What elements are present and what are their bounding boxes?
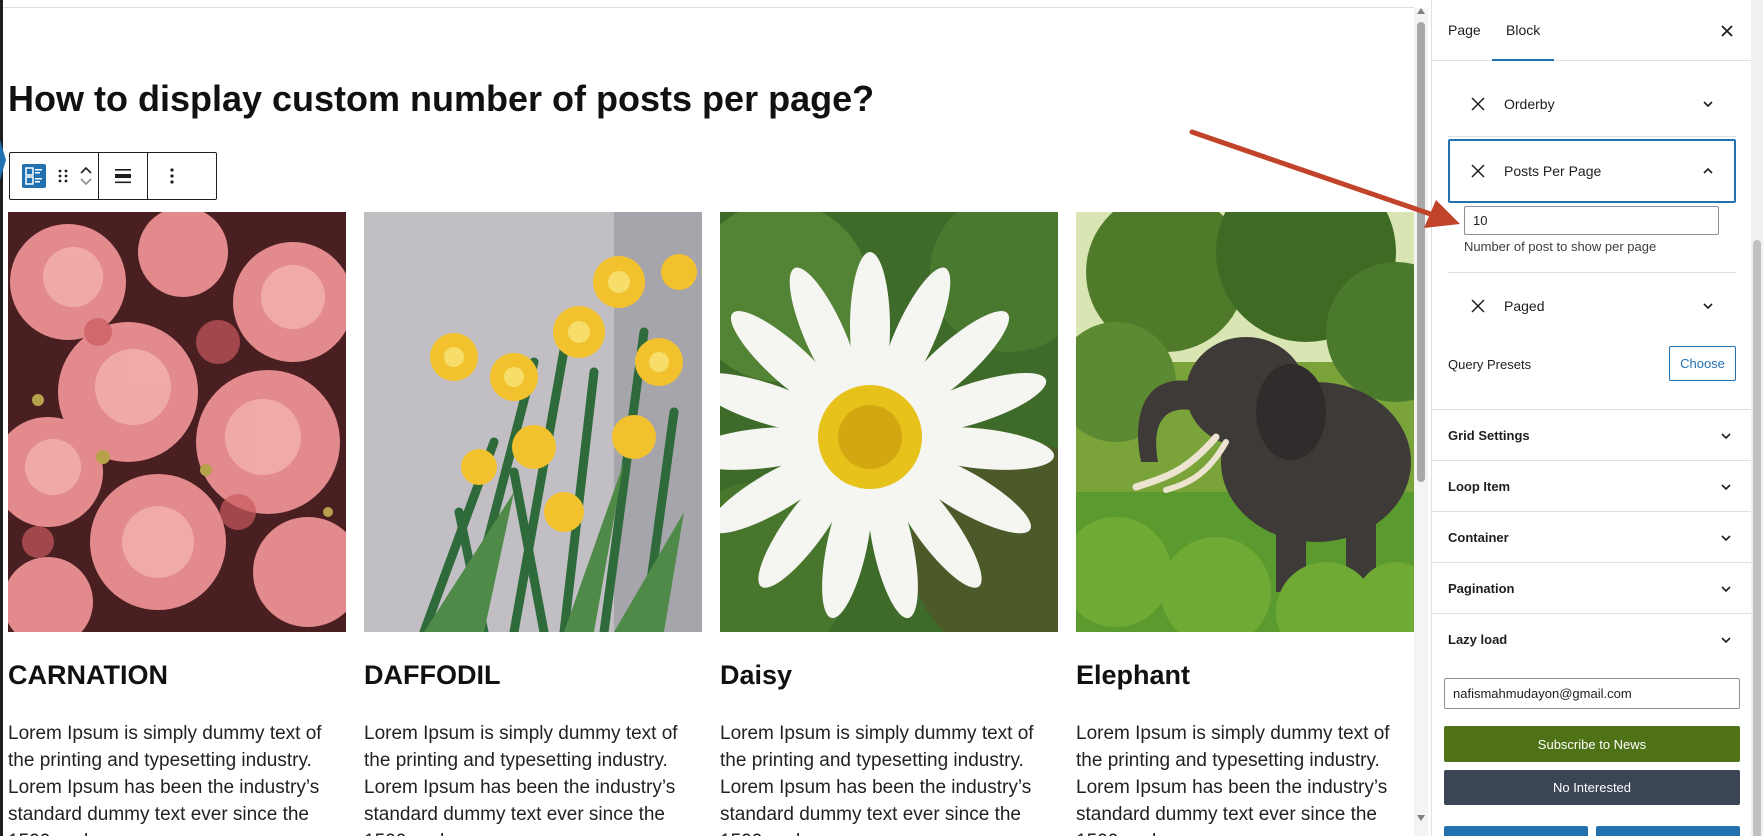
- choose-preset-button[interactable]: Choose: [1669, 346, 1736, 381]
- partial-button[interactable]: [1444, 826, 1588, 836]
- sidebar-header: Page Block: [1432, 0, 1751, 61]
- panel-title: Grid Settings: [1448, 428, 1530, 443]
- post-title[interactable]: Elephant: [1076, 660, 1190, 691]
- close-icon[interactable]: [1716, 20, 1738, 42]
- page-title[interactable]: How to display custom number of posts pe…: [8, 78, 874, 120]
- canvas-scrollbar-thumb[interactable]: [1417, 22, 1425, 482]
- drag-handle-icon[interactable]: [52, 153, 74, 199]
- post-title[interactable]: Daisy: [720, 660, 792, 691]
- post-excerpt: Lorem Ipsum is simply dummy text of the …: [364, 723, 678, 836]
- subscribe-button[interactable]: Subscribe to News: [1444, 726, 1740, 762]
- tab-page[interactable]: Page: [1448, 0, 1481, 61]
- chevron-down-icon[interactable]: [1702, 98, 1714, 110]
- move-down-icon[interactable]: [80, 178, 92, 186]
- panel-title: Pagination: [1448, 581, 1515, 596]
- panel-loop-item[interactable]: Loop Item: [1432, 460, 1751, 511]
- not-interested-button[interactable]: No Interested: [1444, 770, 1740, 805]
- query-item-label: Orderby: [1504, 96, 1555, 112]
- divider: [1448, 272, 1736, 273]
- block-toolbar-group-options: [148, 153, 196, 199]
- daffodil-image[interactable]: [364, 212, 702, 632]
- chevron-down-icon: [1721, 637, 1731, 644]
- chevron-down-icon: [1721, 586, 1731, 593]
- move-up-icon[interactable]: [80, 166, 92, 174]
- editor-canvas: How to display custom number of posts pe…: [0, 0, 1414, 836]
- chevron-down-icon: [1721, 484, 1731, 491]
- query-item-paged[interactable]: Paged: [1448, 277, 1736, 335]
- post-excerpt: Lorem Ipsum is simply dummy text of the …: [8, 723, 322, 836]
- panel-title: Container: [1448, 530, 1509, 545]
- sidebar-scrollbar-thumb[interactable]: [1753, 240, 1761, 836]
- panel-pagination[interactable]: Pagination: [1432, 562, 1751, 613]
- email-field[interactable]: [1444, 678, 1740, 709]
- block-toolbar-group-type: [10, 153, 99, 199]
- align-icon[interactable]: [99, 153, 147, 199]
- query-item-orderby[interactable]: Orderby: [1448, 75, 1736, 133]
- query-item-label: Posts Per Page: [1504, 163, 1602, 179]
- settings-sidebar: Page Block Orderby Posts Per Page Number…: [1431, 0, 1751, 836]
- more-options-icon[interactable]: [148, 153, 196, 199]
- canvas-top-border: [0, 7, 1414, 8]
- remove-icon[interactable]: [1470, 298, 1486, 314]
- block-toolbar: [9, 152, 217, 200]
- divider: [1448, 136, 1736, 137]
- daisy-image[interactable]: [720, 212, 1058, 632]
- posts-per-page-input[interactable]: [1464, 206, 1719, 235]
- chevron-up-icon[interactable]: [1702, 165, 1714, 177]
- post-title[interactable]: DAFFODIL: [364, 660, 500, 691]
- scroll-up-arrow-icon[interactable]: [1417, 8, 1425, 14]
- panel-title: Lazy load: [1448, 632, 1508, 647]
- query-item-posts-per-page[interactable]: Posts Per Page: [1448, 139, 1736, 203]
- editor-window: How to display custom number of posts pe…: [0, 0, 1763, 836]
- carnation-image[interactable]: [8, 212, 346, 632]
- chevron-down-icon: [1721, 535, 1731, 542]
- block-toolbar-group-align: [99, 153, 148, 199]
- post-excerpt: Lorem Ipsum is simply dummy text of the …: [1076, 723, 1390, 836]
- panel-grid-settings[interactable]: Grid Settings: [1432, 409, 1751, 460]
- query-presets-label: Query Presets: [1448, 357, 1532, 372]
- partial-button[interactable]: [1596, 826, 1740, 836]
- elephant-image[interactable]: [1076, 212, 1414, 632]
- panel-title: Loop Item: [1448, 479, 1511, 494]
- canvas-left-edge: [0, 0, 3, 836]
- post-card: CARNATION Lorem Ipsum is simply dummy te…: [8, 212, 346, 836]
- remove-icon[interactable]: [1470, 96, 1486, 112]
- post-card: Elephant Lorem Ipsum is simply dummy tex…: [1076, 212, 1414, 836]
- posts-per-page-help: Number of post to show per page: [1464, 239, 1657, 254]
- panel-container[interactable]: Container: [1432, 511, 1751, 562]
- query-item-label: Paged: [1504, 298, 1545, 314]
- chevron-down-icon: [1721, 433, 1731, 440]
- post-title[interactable]: CARNATION: [8, 660, 168, 691]
- post-card: Daisy Lorem Ipsum is simply dummy text o…: [720, 212, 1058, 836]
- canvas-edge-marker: [0, 140, 6, 180]
- post-card: DAFFODIL Lorem Ipsum is simply dummy tex…: [364, 212, 702, 836]
- post-excerpt: Lorem Ipsum is simply dummy text of the …: [720, 723, 1034, 836]
- query-loop-block-icon[interactable]: [22, 164, 46, 188]
- scroll-down-arrow-icon[interactable]: [1417, 815, 1425, 821]
- panel-lazy-load[interactable]: Lazy load: [1432, 613, 1751, 664]
- remove-icon[interactable]: [1470, 163, 1486, 179]
- chevron-down-icon[interactable]: [1702, 300, 1714, 312]
- block-mover: [74, 153, 98, 199]
- tab-block[interactable]: Block: [1492, 0, 1555, 61]
